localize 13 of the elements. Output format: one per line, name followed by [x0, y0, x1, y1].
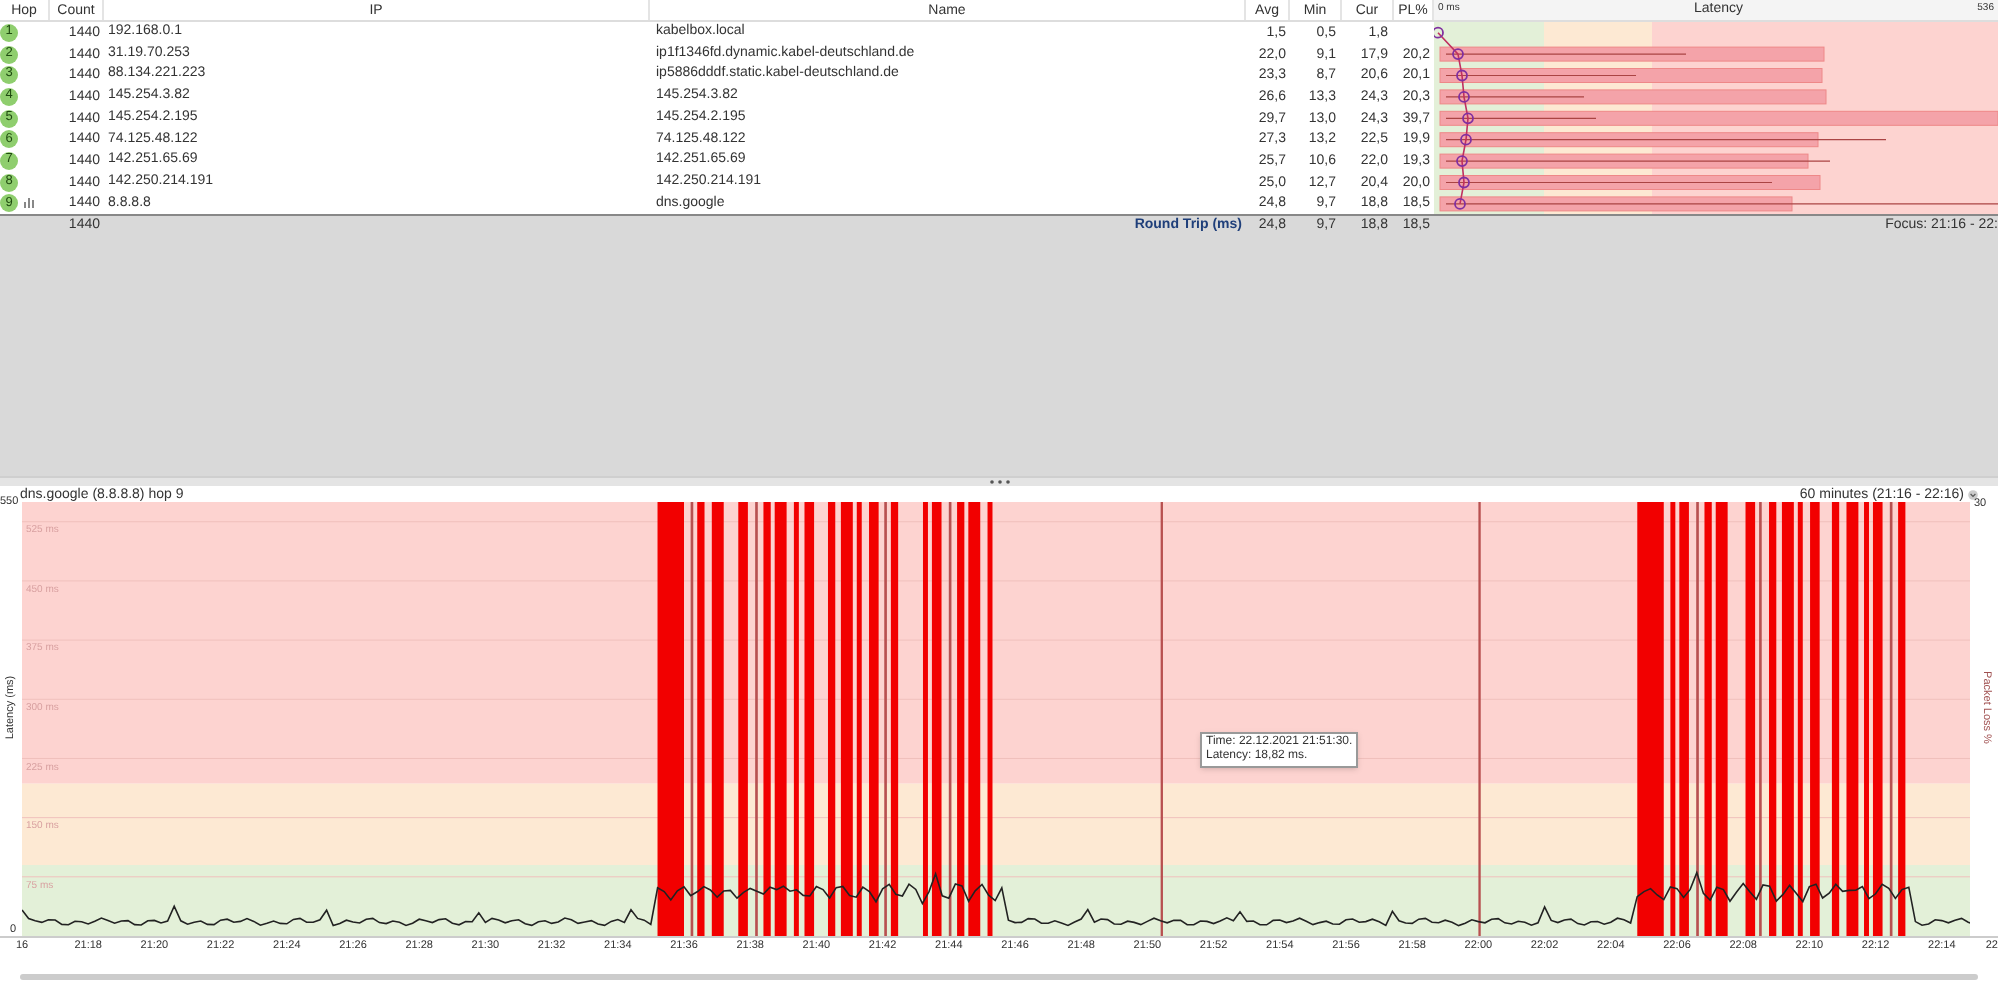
average-marker [1462, 112, 1474, 125]
average-marker [1434, 26, 1444, 39]
average-marker [1460, 133, 1472, 146]
average-marker [1458, 176, 1470, 189]
average-marker [1456, 69, 1468, 82]
average-marker [1456, 155, 1468, 167]
average-marker [1454, 198, 1466, 210]
range-line [1445, 96, 1585, 98]
scrollbar[interactable] [20, 974, 1978, 980]
dropdown-icon[interactable] [1968, 489, 1978, 500]
average-marker [1458, 91, 1470, 103]
grip-icon[interactable] [989, 480, 1009, 485]
average-marker [1452, 48, 1464, 60]
